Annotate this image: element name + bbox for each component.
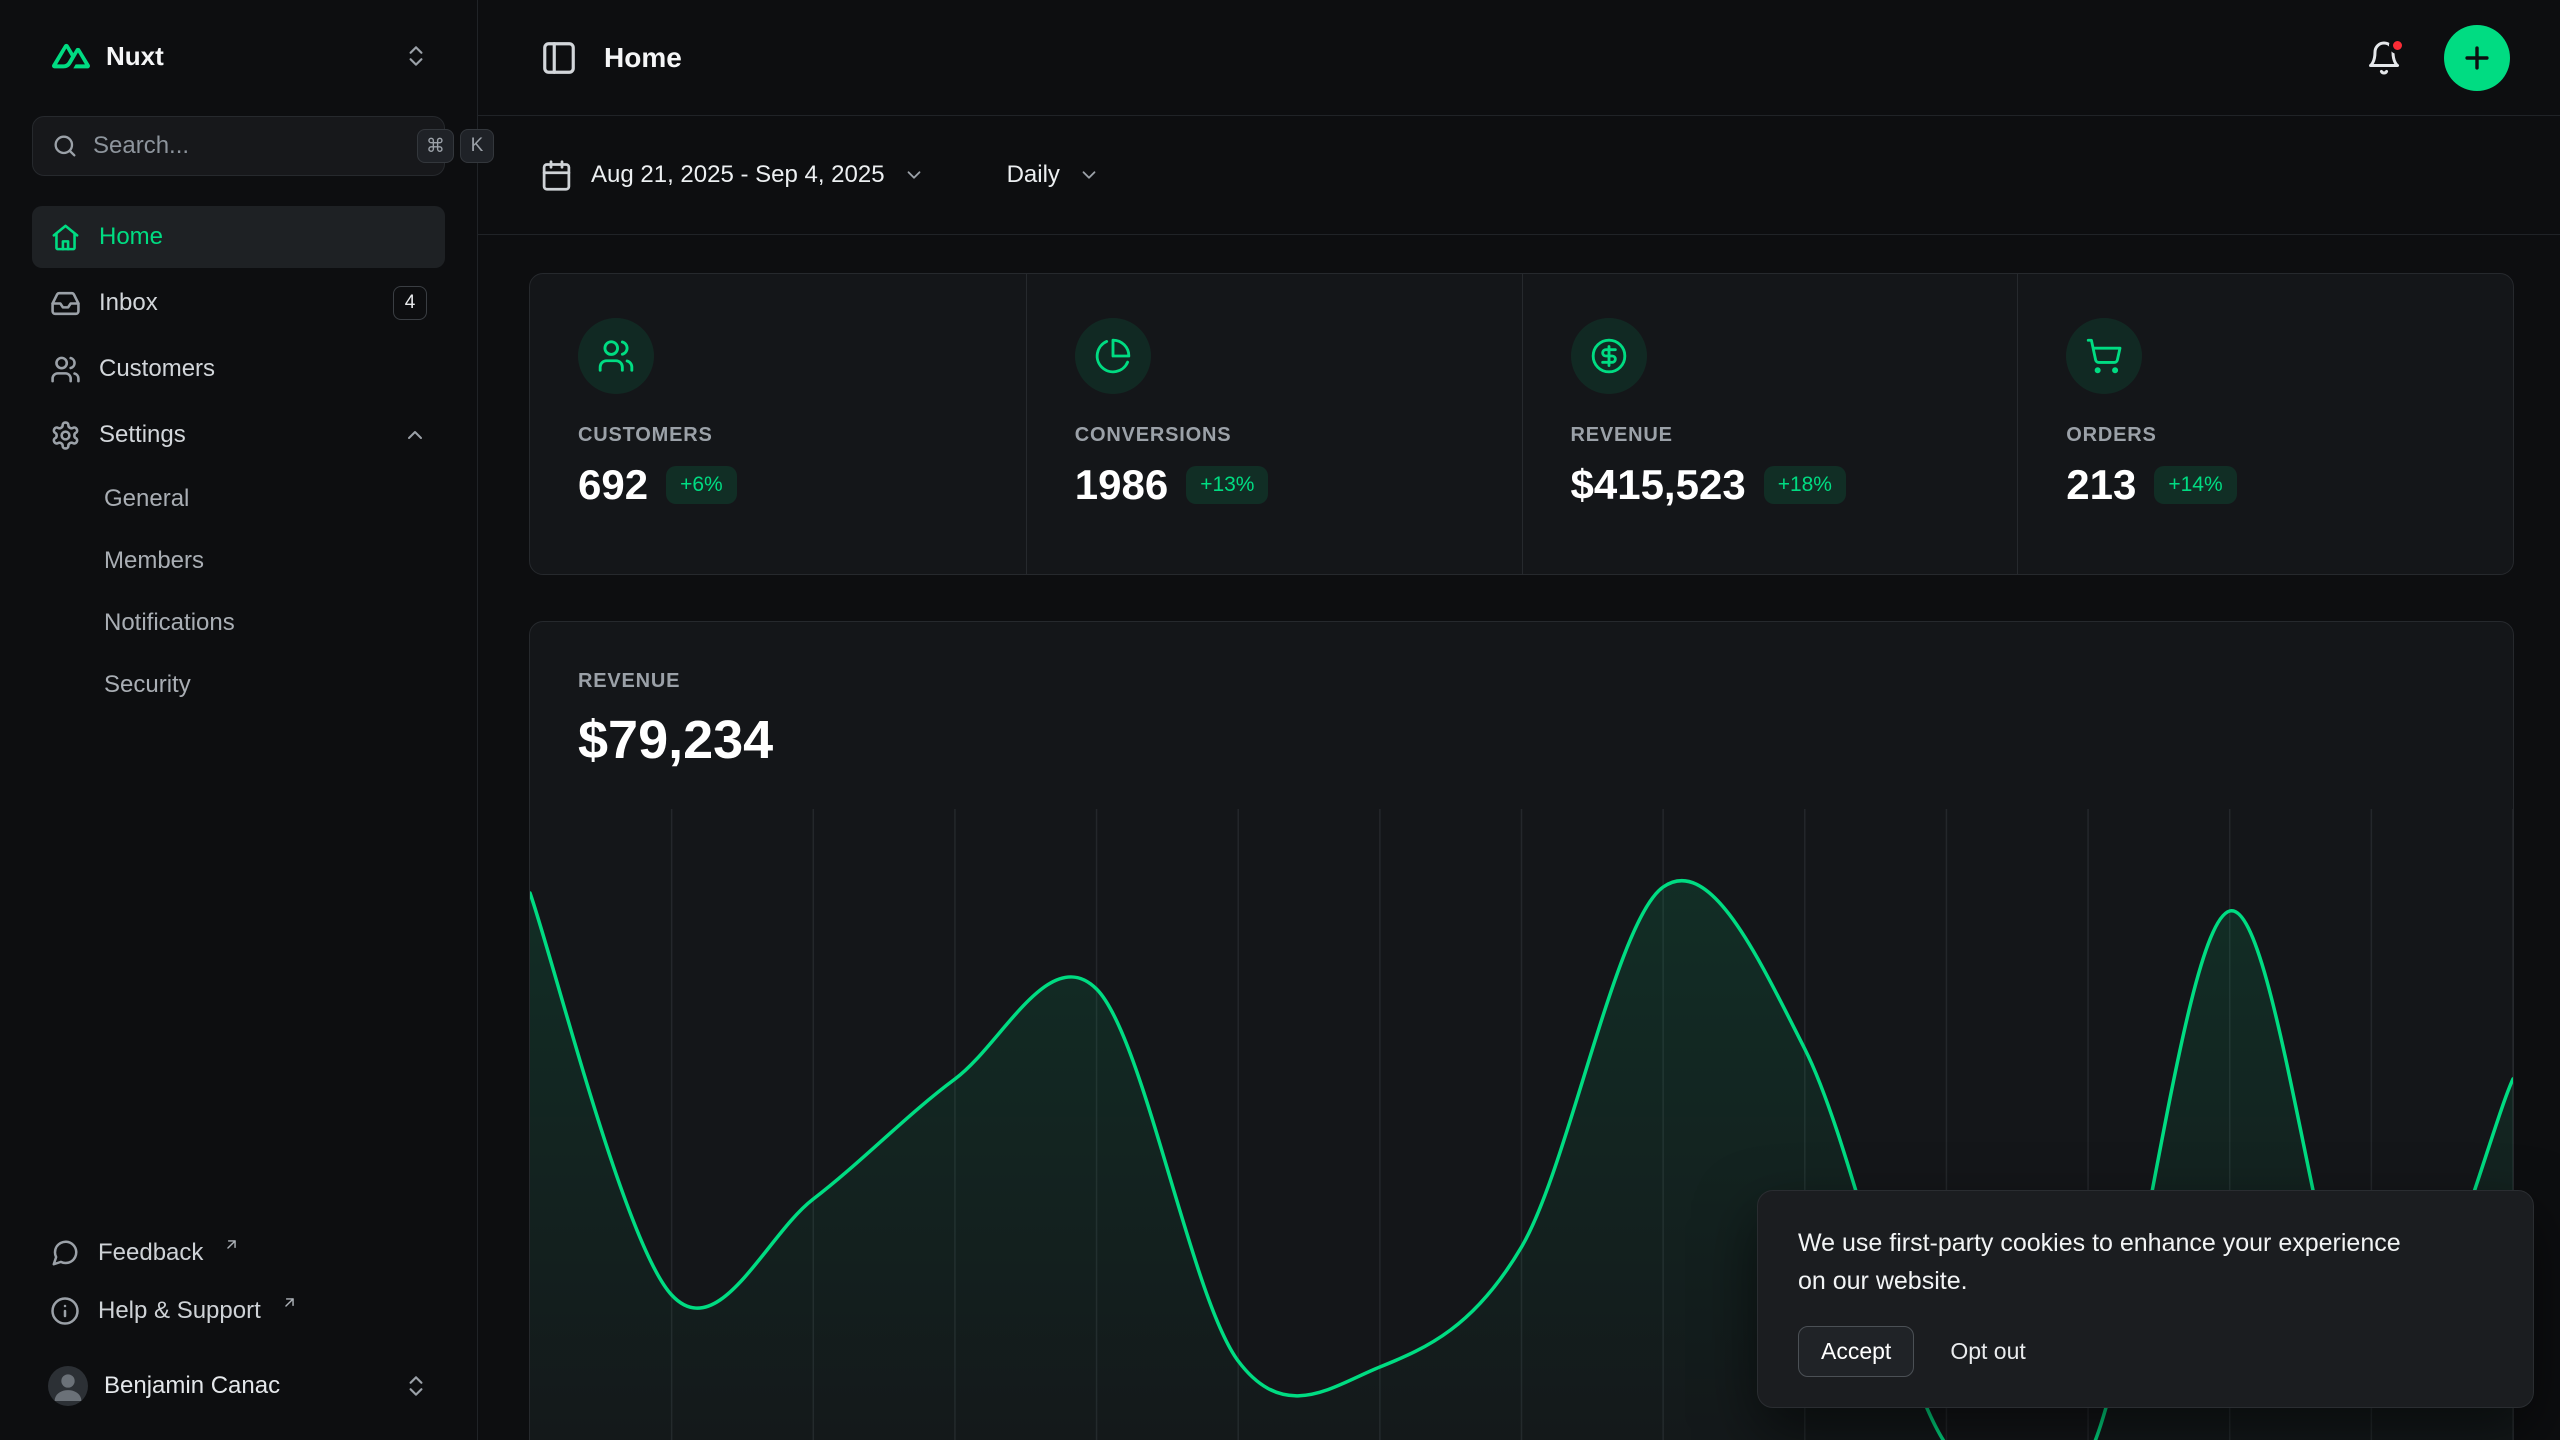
chevrons-up-down-icon (403, 1373, 429, 1399)
home-icon (50, 222, 81, 253)
notifications-button[interactable] (2366, 40, 2402, 76)
date-range-picker[interactable]: Aug 21, 2025 - Sep 4, 2025 (540, 159, 925, 192)
cookie-message: We use first-party cookies to enhance yo… (1798, 1225, 2418, 1300)
cookie-optout-button[interactable]: Opt out (1950, 1338, 2025, 1365)
stat-delta-badge: +13% (1186, 466, 1268, 504)
sidebar-item-home[interactable]: Home (32, 206, 445, 268)
info-circle-icon (50, 1296, 80, 1326)
sidebar-item-label: Home (99, 223, 163, 251)
revenue-chart-label: REVENUE (578, 670, 2465, 693)
revenue-chart-header: REVENUE $79,234 (530, 622, 2513, 809)
users-icon (50, 354, 81, 385)
stat-label: ORDERS (2066, 424, 2465, 447)
feedback-label: Feedback (98, 1239, 203, 1267)
revenue-chart-value: $79,234 (578, 709, 2465, 771)
stat-delta-badge: +18% (1764, 466, 1846, 504)
avatar (48, 1366, 88, 1406)
stat-value: 692 (578, 461, 648, 509)
notification-dot (2389, 37, 2406, 54)
chevron-down-icon (903, 164, 925, 186)
sidebar-item-inbox[interactable]: Inbox 4 (32, 272, 445, 334)
sidebar: Nuxt ⌘ K Home (0, 0, 478, 1440)
cookie-banner: We use first-party cookies to enhance yo… (1757, 1190, 2534, 1408)
gear-icon (50, 420, 81, 451)
stat-card-revenue: REVENUE $415,523 +18% (1522, 274, 2018, 574)
external-link-icon (281, 1294, 298, 1311)
help-support-label: Help & Support (98, 1297, 261, 1325)
sidebar-item-security[interactable]: Security (32, 656, 445, 714)
users-icon (578, 318, 654, 394)
chevron-down-icon (1078, 164, 1100, 186)
panel-left-icon (540, 39, 578, 77)
sidebar-nav: Home Inbox 4 Customers Settings (32, 206, 445, 714)
stat-value: 1986 (1075, 461, 1168, 509)
cart-icon (2066, 318, 2142, 394)
stat-label: CUSTOMERS (578, 424, 978, 447)
sub-item-label: Members (104, 547, 204, 575)
sub-item-label: Notifications (104, 609, 235, 637)
message-circle-icon (50, 1238, 80, 1268)
sidebar-toggle-button[interactable] (540, 39, 578, 77)
external-link-icon (223, 1236, 240, 1253)
stat-card-orders: ORDERS 213 +14% (2017, 274, 2513, 574)
chevron-up-icon (403, 423, 427, 447)
search-icon (51, 132, 79, 160)
stat-label: CONVERSIONS (1075, 424, 1474, 447)
chevrons-up-down-icon (403, 43, 429, 69)
stat-label: REVENUE (1571, 424, 1970, 447)
inbox-count-badge: 4 (393, 286, 427, 320)
stat-value: 213 (2066, 461, 2136, 509)
sidebar-item-members[interactable]: Members (32, 532, 445, 590)
sidebar-spacer (32, 714, 445, 1224)
inbox-icon (50, 288, 81, 319)
stat-card-conversions: CONVERSIONS 1986 +13% (1026, 274, 1522, 574)
pie-chart-icon (1075, 318, 1151, 394)
period-label: Daily (1007, 161, 1060, 189)
sidebar-item-settings[interactable]: Settings (32, 404, 445, 466)
plus-icon (2460, 41, 2494, 75)
date-range-label: Aug 21, 2025 - Sep 4, 2025 (591, 161, 885, 189)
header-actions (2366, 25, 2510, 91)
filters-toolbar: Aug 21, 2025 - Sep 4, 2025 Daily (478, 116, 2560, 235)
kbd-meta: ⌘ (417, 129, 454, 163)
sub-item-label: General (104, 485, 189, 513)
sidebar-item-customers[interactable]: Customers (32, 338, 445, 400)
sidebar-item-label: Inbox (99, 289, 158, 317)
sidebar-item-label: Settings (99, 421, 186, 449)
search-box[interactable]: ⌘ K (32, 116, 445, 176)
stat-delta-badge: +14% (2154, 466, 2236, 504)
search-input[interactable] (93, 132, 403, 160)
dollar-circle-icon (1571, 318, 1647, 394)
sidebar-item-notifications[interactable]: Notifications (32, 594, 445, 652)
page-header: Home (478, 0, 2560, 116)
cookie-actions: Accept Opt out (1798, 1326, 2493, 1377)
stat-delta-badge: +6% (666, 466, 737, 504)
help-support-link[interactable]: Help & Support (32, 1282, 445, 1340)
cookie-accept-button[interactable]: Accept (1798, 1326, 1914, 1377)
period-select[interactable]: Daily (1007, 161, 1100, 189)
stat-card-customers: CUSTOMERS 692 +6% (530, 274, 1026, 574)
sidebar-item-general[interactable]: General (32, 470, 445, 528)
calendar-icon (540, 159, 573, 192)
sidebar-item-label: Customers (99, 355, 215, 383)
stat-value: $415,523 (1571, 461, 1746, 509)
add-button[interactable] (2444, 25, 2510, 91)
user-menu[interactable]: Benjamin Canac (32, 1352, 445, 1420)
workspace-switcher[interactable]: Nuxt (32, 24, 445, 88)
workspace-name: Nuxt (106, 41, 387, 72)
sub-item-label: Security (104, 671, 191, 699)
page-title: Home (604, 42, 682, 74)
feedback-link[interactable]: Feedback (32, 1224, 445, 1282)
nuxt-logo-icon (52, 37, 90, 75)
stats-cards: CUSTOMERS 692 +6% CONVERSIONS 1986 +13% (529, 273, 2514, 575)
user-name: Benjamin Canac (104, 1372, 387, 1400)
